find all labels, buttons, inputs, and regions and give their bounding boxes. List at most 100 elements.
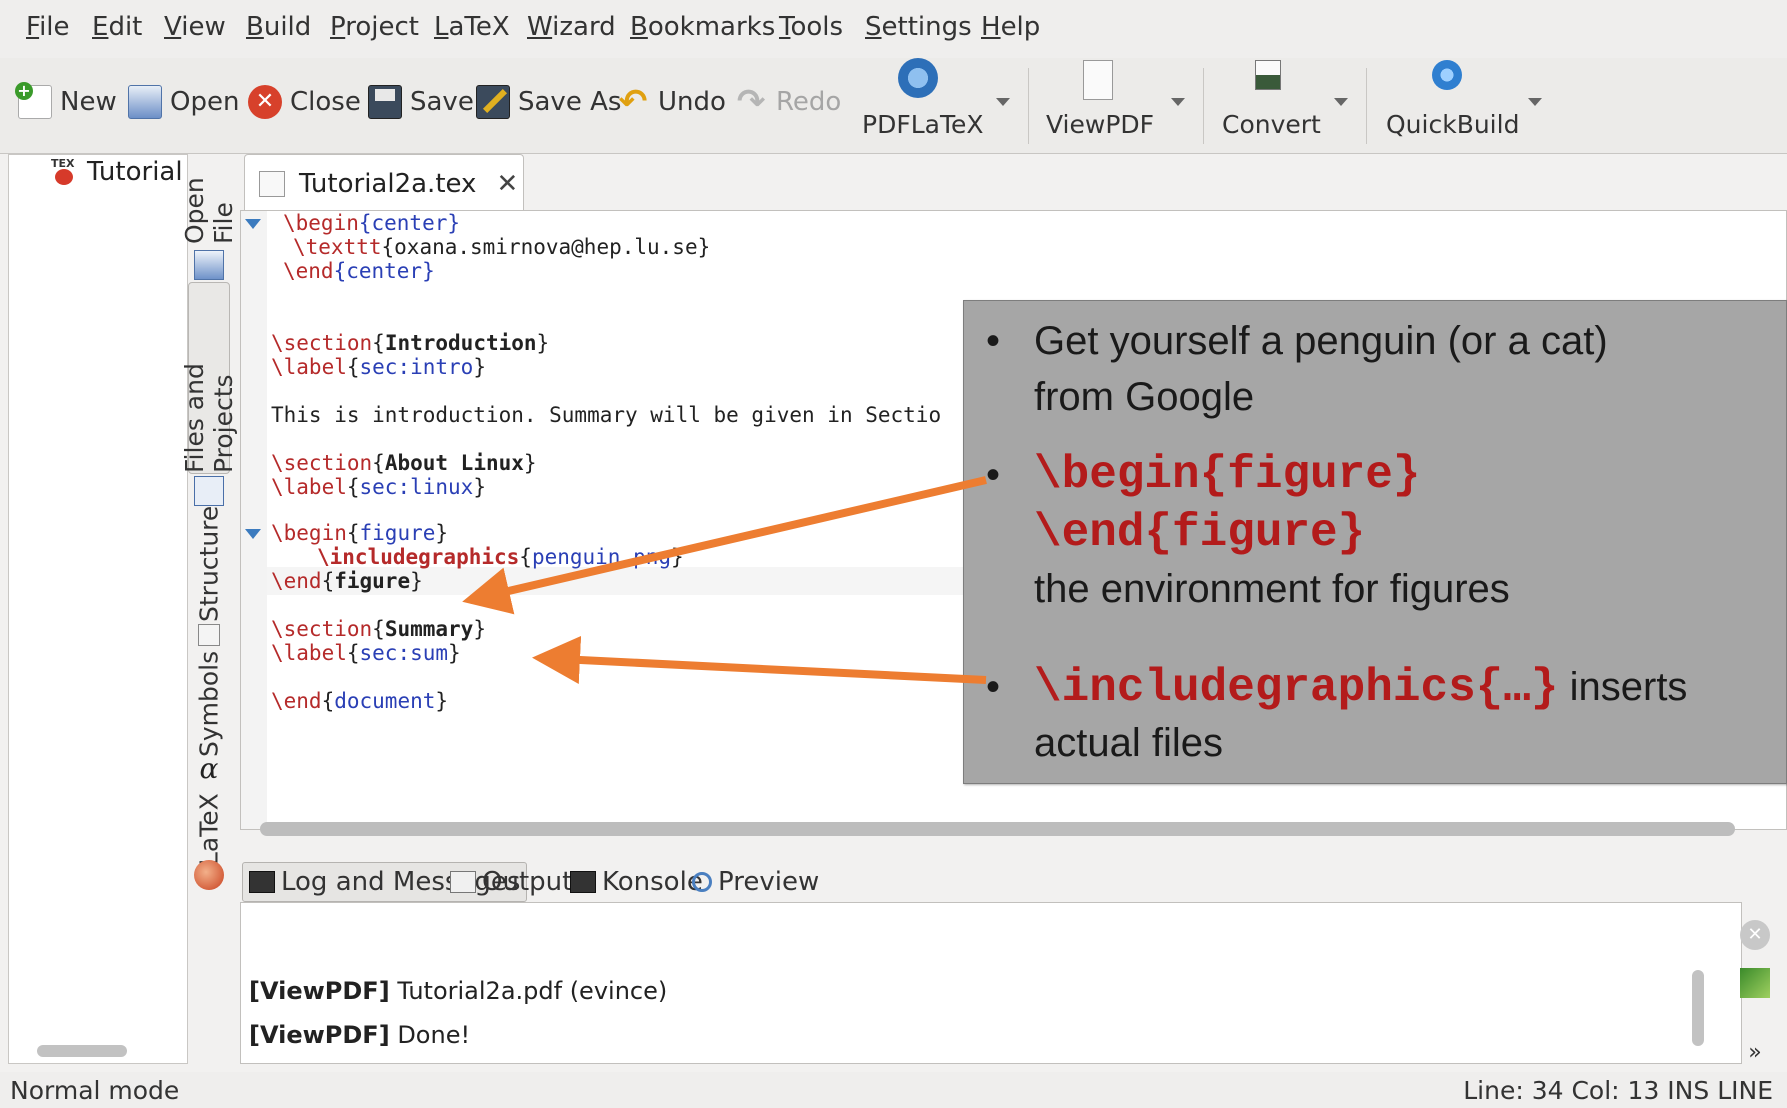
structure-icon (198, 624, 220, 646)
menu-bookmarks[interactable]: Bookmarks (630, 12, 775, 42)
code-argument: Introduction (384, 331, 537, 355)
pdflatex-button[interactable]: PDFLaTeX (862, 58, 984, 154)
log-tag: [ViewPDF] (249, 977, 390, 1005)
menu-wizard[interactable]: Wizard (527, 12, 616, 42)
viewpdf-label: ViewPDF (1046, 110, 1155, 139)
editor-tabbar: Tutorial2a.tex ✕ (240, 154, 1787, 212)
kile-window: File Edit View Build Project LaTeX Wizar… (0, 0, 1787, 1108)
fold-arrow-icon[interactable] (245, 219, 261, 229)
side-horizontal-scrollbar[interactable] (37, 1045, 127, 1057)
viewpdf-button[interactable]: ViewPDF (1046, 58, 1155, 154)
save-button[interactable]: Save (368, 80, 474, 124)
tab-konsole-label: Konsole (602, 867, 703, 897)
code-line: \end{center} (283, 259, 435, 283)
status-cursor-position: Line: 34 Col: 13 INS LINE (1463, 1076, 1773, 1105)
expand-down-icon[interactable]: » (1740, 1040, 1770, 1070)
new-file-icon: + (15, 82, 52, 119)
bullet-glyph: • (986, 665, 1001, 709)
menu-settings[interactable]: Settings (865, 12, 972, 42)
menu-file[interactable]: File (26, 12, 70, 42)
viewpdf-dropdown-icon[interactable] (1171, 98, 1185, 106)
latex-lion-icon (194, 860, 224, 890)
tab-tutorial2a[interactable]: Tutorial2a.tex ✕ (244, 154, 524, 212)
code-command: \label (271, 475, 347, 499)
tex-file-icon: TEX (49, 157, 79, 187)
convert-button[interactable]: Convert (1222, 58, 1321, 154)
code-argument: sec:linux (359, 475, 474, 499)
tab-preview[interactable]: Preview (692, 862, 819, 902)
undo-button[interactable]: ↶ Undo (616, 80, 726, 124)
tab-files-and-projects-label: Files and Projects (180, 363, 238, 473)
annotation-callout: • Get yourself a penguin (or a cat) from… (963, 300, 1787, 784)
tab-structure-label: Structure (194, 505, 224, 623)
callout-text: the environment for figures (1034, 567, 1510, 611)
code-command: \end (271, 569, 322, 593)
open-button[interactable]: Open (128, 80, 239, 124)
menu-latex[interactable]: LaTeX (434, 12, 510, 42)
output-icon (450, 871, 476, 893)
menubar: File Edit View Build Project LaTeX Wizar… (0, 0, 1787, 58)
tree-item-tutorial[interactable]: TEX Tutorial (49, 157, 183, 187)
status-mode: Normal mode (10, 1076, 180, 1105)
close-button[interactable]: ✕ Close (248, 80, 361, 124)
code-argument: figure (359, 521, 436, 545)
tab-open-file[interactable]: Open File (180, 154, 238, 244)
menu-project[interactable]: Project (330, 12, 419, 42)
code-line: \end{figure} (271, 569, 423, 593)
tab-output[interactable]: Output (450, 862, 572, 902)
save-as-button[interactable]: Save As (476, 80, 621, 124)
code-line: This is introduction. Summary will be gi… (271, 403, 942, 427)
callout-text: inserts (1558, 665, 1688, 709)
editor-horizontal-scrollbar[interactable] (260, 822, 1735, 836)
konsole-icon (570, 871, 596, 893)
new-button[interactable]: + New (15, 80, 117, 124)
code-command: \section (271, 617, 373, 641)
tab-files-and-projects[interactable]: Files and Projects (180, 282, 238, 474)
tab-konsole[interactable]: Konsole (570, 862, 703, 902)
code-command: \section (271, 331, 373, 355)
chart-icon[interactable] (1740, 968, 1770, 998)
pdflatex-label: PDFLaTeX (862, 110, 984, 139)
tab-latex[interactable]: LaTeX (188, 790, 230, 870)
document-view-icon (1083, 60, 1113, 100)
undo-label: Undo (658, 87, 726, 117)
clear-log-icon[interactable]: ✕ (1740, 920, 1770, 950)
toolbar-separator (1366, 68, 1367, 144)
tree-item-label: Tutorial (87, 157, 183, 187)
fold-arrow-icon[interactable] (245, 529, 261, 539)
convert-dropdown-icon[interactable] (1334, 98, 1348, 106)
code-argument: sec:sum (359, 641, 449, 665)
pdflatex-dropdown-icon[interactable] (996, 98, 1010, 106)
convert-label: Convert (1222, 110, 1321, 139)
code-argument: About Linux (384, 451, 524, 475)
menu-build[interactable]: Build (246, 12, 311, 42)
new-label: New (60, 87, 117, 117)
menu-edit[interactable]: Edit (92, 12, 142, 42)
tab-structure[interactable]: Structure (188, 506, 230, 622)
close-tab-icon[interactable]: ✕ (496, 169, 518, 199)
log-output: [ViewPDF] Tutorial2a.pdf (evince) [ViewP… (240, 902, 1742, 1064)
tex-document-icon (259, 170, 285, 197)
close-circle-icon: ✕ (248, 85, 282, 119)
menu-view[interactable]: View (164, 12, 226, 42)
callout-code: \end{figure} (1034, 507, 1366, 559)
files-tree-panel: TEX Tutorial (8, 154, 188, 1064)
quickbuild-dropdown-icon[interactable] (1528, 98, 1542, 106)
code-command: \label (271, 355, 347, 379)
menu-tools[interactable]: Tools (779, 12, 843, 42)
project-tree-icon (194, 476, 224, 506)
tab-symbols[interactable]: Symbols (188, 651, 230, 757)
tab-latex-label: LaTeX (194, 793, 224, 867)
code-command: \begin (283, 211, 359, 235)
redo-button[interactable]: ↷ Redo (734, 80, 842, 124)
menu-help[interactable]: Help (981, 12, 1040, 42)
code-argument: Summary (384, 617, 474, 641)
open-folder-icon (128, 85, 162, 119)
log-text: Done! (397, 1021, 471, 1049)
quickbuild-button[interactable]: QuickBuild (1386, 58, 1519, 154)
code-command: \texttt (293, 235, 382, 259)
code-line: \section{Summary} (271, 617, 486, 641)
open-label: Open (170, 87, 240, 117)
log-vertical-scrollbar[interactable] (1692, 970, 1704, 1046)
code-argument: {center} (358, 211, 461, 235)
